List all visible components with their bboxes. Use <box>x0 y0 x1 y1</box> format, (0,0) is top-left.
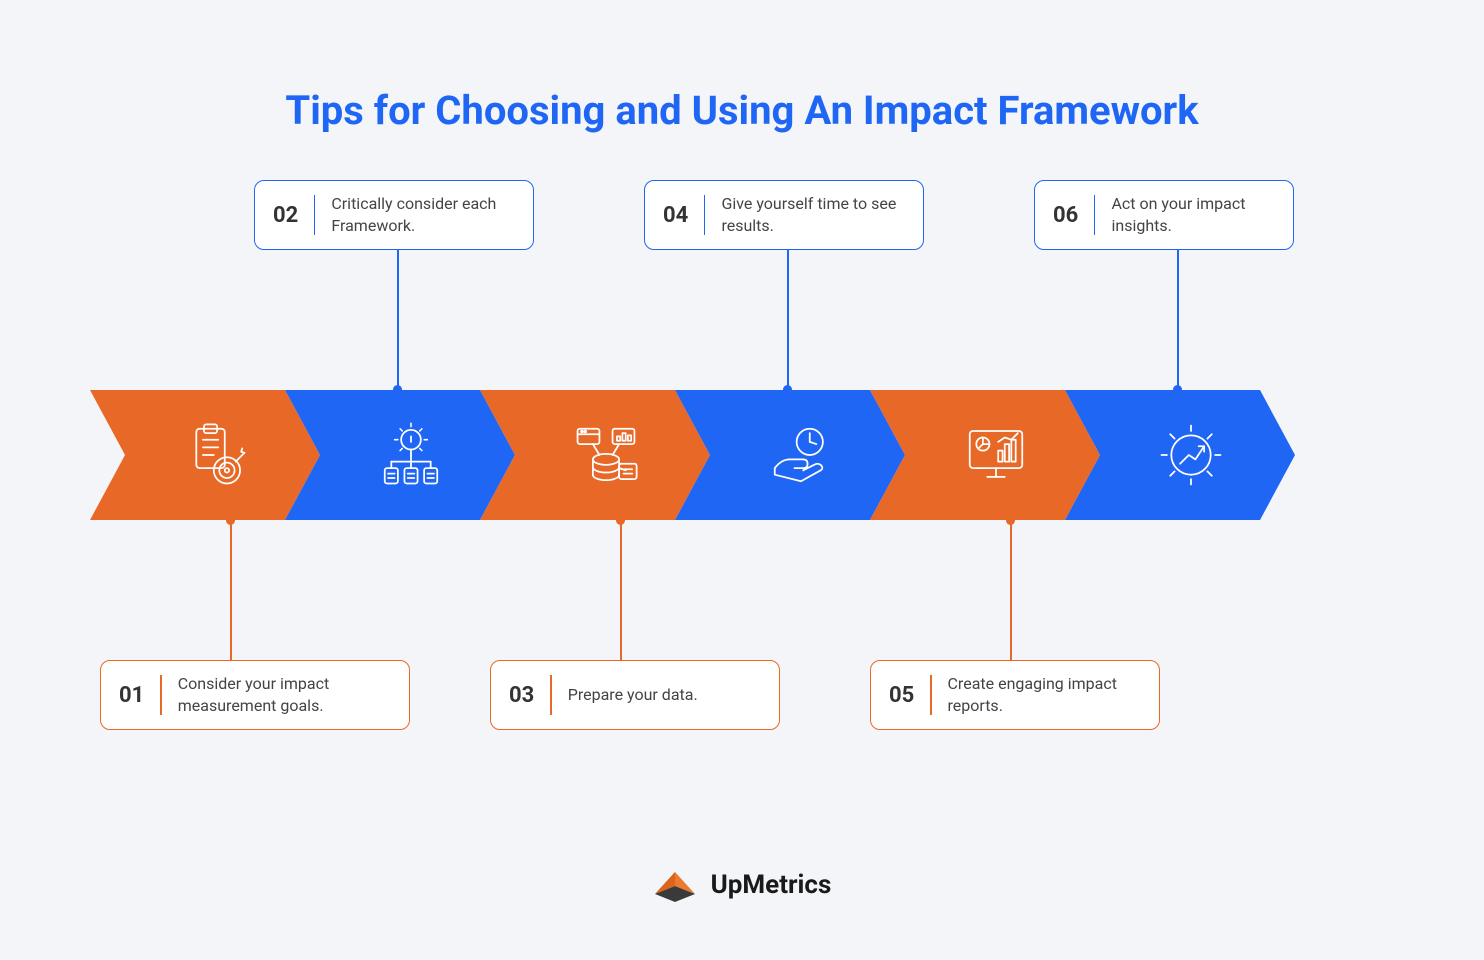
connector-step-1 <box>230 520 232 660</box>
connector-step-2 <box>397 250 399 390</box>
callout-step-4: 04 Give yourself time to see results. <box>644 180 924 250</box>
callout-step-3: 03 Prepare your data. <box>490 660 780 730</box>
step-text: Give yourself time to see results. <box>705 193 905 237</box>
step-number: 06 <box>1053 193 1094 237</box>
brand-logo: UpMetrics <box>653 866 832 904</box>
step-text: Act on your impact insights. <box>1095 193 1275 237</box>
callout-step-6: 06 Act on your impact insights. <box>1034 180 1294 250</box>
step-number: 02 <box>273 193 314 237</box>
step-number: 03 <box>509 673 550 717</box>
gear-arrow-icon <box>1065 390 1295 520</box>
connector-step-4 <box>787 250 789 390</box>
process-flow <box>90 390 1390 520</box>
callout-step-5: 05 Create engaging impact reports. <box>870 660 1160 730</box>
connector-step-6 <box>1177 250 1179 390</box>
callout-step-2: 02 Critically consider each Framework. <box>254 180 534 250</box>
brand-name: UpMetrics <box>711 870 832 900</box>
step-number: 05 <box>889 673 930 717</box>
footer: UpMetrics <box>0 866 1484 908</box>
step-text: Prepare your data. <box>552 673 698 717</box>
step-number: 01 <box>119 673 160 717</box>
connector-step-5 <box>1010 520 1012 660</box>
callout-step-1: 01 Consider your impact measurement goal… <box>100 660 410 730</box>
step-text: Critically consider each Framework. <box>315 193 515 237</box>
step-6-chevron <box>1065 390 1295 520</box>
connector-step-3 <box>620 520 622 660</box>
step-text: Consider your impact measurement goals. <box>162 673 372 717</box>
step-text: Create engaging impact reports. <box>932 673 1141 717</box>
step-number: 04 <box>663 193 704 237</box>
page-title: Tips for Choosing and Using An Impact Fr… <box>0 87 1484 134</box>
logo-mark-icon <box>653 866 697 904</box>
